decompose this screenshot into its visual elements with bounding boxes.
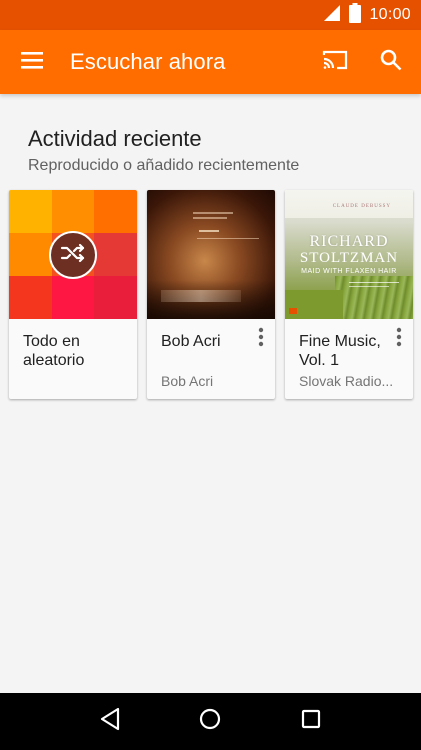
app-bar: Escuchar ahora: [0, 30, 421, 94]
shuffle-mosaic-art: [9, 190, 137, 319]
page-title: Escuchar ahora: [70, 49, 226, 74]
card-title: Bob Acri: [161, 333, 221, 350]
system-nav-bar: [0, 693, 421, 750]
more-options-button[interactable]: [253, 327, 269, 352]
status-bar: 10:00: [0, 0, 421, 30]
card-subtitle: Slovak Radio...: [299, 373, 394, 389]
section-subtitle: Reproducido o añadido recientemente: [28, 157, 300, 174]
card-subtitle: Bob Acri: [161, 373, 214, 389]
card-shuffle-all[interactable]: Todo en aleatorio: [9, 190, 137, 399]
recents-icon: [300, 708, 322, 735]
recent-activity-list: Todo en aleatorio Bob Acri Bob Acri CLAU…: [9, 190, 413, 399]
section-title: Actividad reciente: [28, 126, 202, 151]
album-artist-last: STOLTZMAN: [299, 250, 399, 266]
recents-button[interactable]: [286, 697, 336, 747]
card-album-fine-music[interactable]: CLAUDE DEBUSSY RICHARD STOLTZMAN MAID WI…: [285, 190, 413, 399]
search-button[interactable]: [363, 30, 419, 94]
album-artist-first: RICHARD: [309, 233, 389, 250]
album-cover: [147, 190, 275, 319]
battery-icon: [349, 2, 362, 28]
album-cover: CLAUDE DEBUSSY RICHARD STOLTZMAN MAID WI…: [285, 190, 413, 319]
shuffle-button[interactable]: [49, 231, 97, 279]
album-composer: CLAUDE DEBUSSY: [332, 204, 391, 209]
shuffle-icon: [60, 243, 86, 268]
home-icon: [198, 707, 222, 736]
card-title: Fine Music, Vol. 1: [299, 333, 381, 369]
more-vert-icon: [396, 327, 402, 352]
card-title: Todo en aleatorio: [23, 333, 85, 369]
home-button[interactable]: [185, 697, 235, 747]
status-time: 10:00: [369, 6, 411, 23]
back-icon: [99, 707, 121, 736]
menu-icon: [20, 50, 44, 75]
search-icon: [380, 49, 402, 76]
card-album-bob-acri[interactable]: Bob Acri Bob Acri: [147, 190, 275, 399]
cast-icon: [321, 49, 349, 76]
cast-button[interactable]: [307, 30, 363, 94]
menu-button[interactable]: [0, 30, 64, 94]
back-button[interactable]: [85, 697, 135, 747]
more-options-button[interactable]: [391, 327, 407, 352]
album-work-title: MAID WITH FLAXEN HAIR: [301, 268, 397, 275]
signal-icon: [323, 4, 341, 27]
more-vert-icon: [258, 327, 264, 352]
